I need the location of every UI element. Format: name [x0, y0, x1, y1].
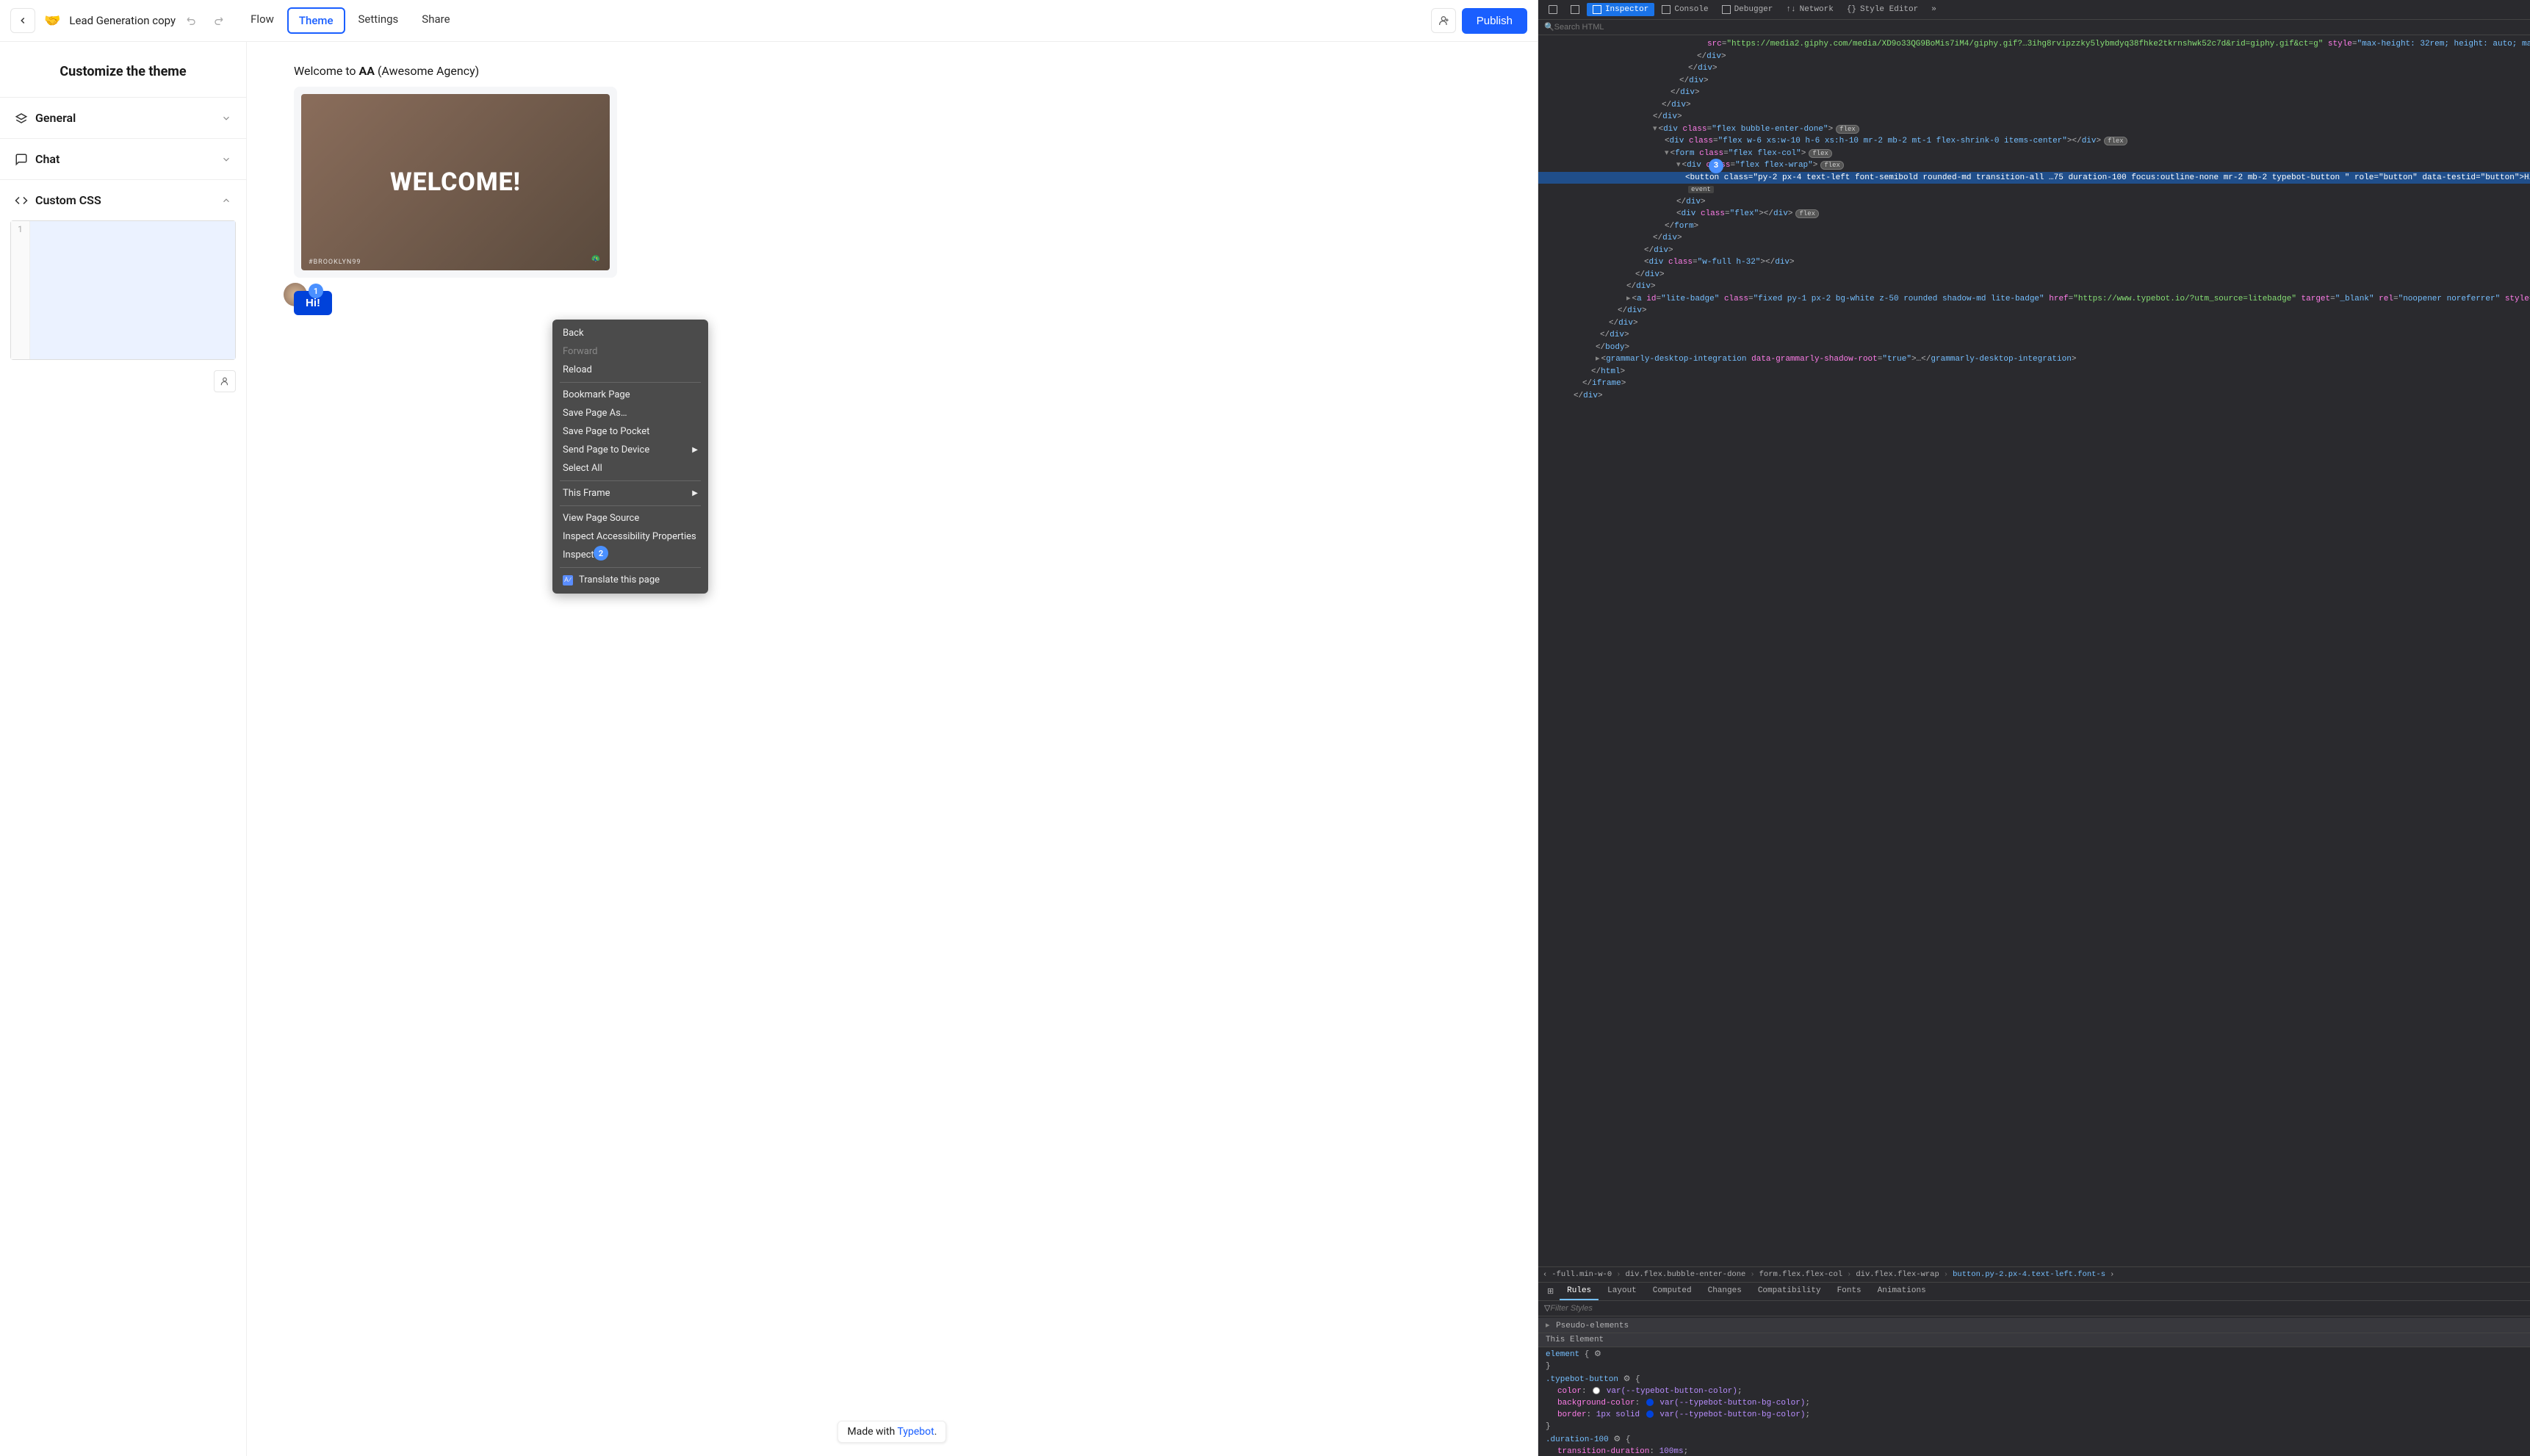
panel-general-label: General	[35, 111, 76, 125]
panel-chat-label: Chat	[35, 152, 60, 166]
welcome-gif: WELCOME! #BROOKLYN99 🦚	[301, 94, 610, 270]
tab-rules[interactable]: Rules	[1560, 1283, 1599, 1300]
gif-bubble: WELCOME! #BROOKLYN99 🦚	[294, 87, 617, 278]
css-rules[interactable]: ▸ Pseudo-elements This Element element {…	[1538, 1316, 2530, 1456]
undo-button[interactable]	[181, 10, 202, 31]
ctx-this-frame[interactable]: This Frame▶	[552, 484, 708, 502]
step-badge-3: 3	[1709, 159, 1723, 173]
collaborators-button[interactable]	[1431, 8, 1456, 33]
topbar: 🤝 Lead Generation copy Flow Theme Settin…	[0, 0, 1538, 42]
redo-button[interactable]	[208, 10, 228, 31]
tab-share[interactable]: Share	[411, 7, 460, 34]
tab-animations[interactable]: Animations	[1870, 1283, 1933, 1300]
ctx-select-all[interactable]: Select All	[552, 459, 708, 477]
nav-tabs: Flow Theme Settings Share	[240, 7, 460, 34]
project-name: Lead Generation copy	[69, 14, 176, 27]
ctx-send-device[interactable]: Send Page to Device▶	[552, 441, 708, 459]
tab-flow[interactable]: Flow	[240, 7, 284, 34]
ctx-translate[interactable]: A⁄ Translate this page	[552, 571, 708, 589]
chevron-up-icon	[221, 195, 231, 206]
step-badge-2: 2	[594, 546, 608, 561]
search-icon: 🔍	[1544, 22, 1554, 32]
custom-css-editor[interactable]: 1	[10, 220, 236, 360]
user-settings-button[interactable]	[214, 370, 236, 392]
typebot-link[interactable]: Typebot	[898, 1426, 934, 1438]
back-button[interactable]	[10, 8, 35, 33]
panel-general[interactable]: General	[0, 98, 246, 138]
ctx-inspect[interactable]: Inspect 2	[552, 546, 708, 564]
welcome-message: Welcome to AA (Awesome Agency)	[284, 64, 1501, 78]
styles-tabs: ⊞ Rules Layout Computed Changes Compatib…	[1538, 1283, 2530, 1301]
tab-debugger[interactable]: Debugger	[1716, 3, 1779, 16]
element-picker-icon[interactable]	[1543, 3, 1563, 16]
section-this-element: This Element	[1538, 1333, 2530, 1347]
devtools-toolbar: Inspector Console Debugger ↑↓Network {}S…	[1538, 0, 2530, 20]
tab-changes[interactable]: Changes	[1701, 1283, 1749, 1300]
dom-tree[interactable]: src="https://media2.giphy.com/media/XD9o…	[1538, 35, 2530, 1266]
translate-icon: A⁄	[563, 575, 573, 585]
devtools-panel: Inspector Console Debugger ↑↓Network {}S…	[1538, 0, 2530, 1456]
tab-theme[interactable]: Theme	[287, 7, 345, 34]
madewith-badge[interactable]: Made with Typebot.	[837, 1421, 946, 1443]
panel-custom-css-label: Custom CSS	[35, 193, 101, 207]
context-menu: Back Forward Reload Bookmark Page Save P…	[552, 320, 708, 594]
filter-icon: ▽	[1544, 1303, 1550, 1313]
responsive-mode-icon[interactable]	[1565, 3, 1585, 16]
breadcrumbs[interactable]: ‹ -full.min-w-0› div.flex.bubble-enter-d…	[1538, 1266, 2530, 1283]
chevron-down-icon	[221, 113, 231, 123]
filter-styles-input[interactable]	[1550, 1304, 2530, 1313]
publish-button[interactable]: Publish	[1462, 8, 1527, 34]
html-search: 🔍 + 👁	[1538, 20, 2530, 35]
search-html-input[interactable]	[1554, 23, 2530, 32]
step-badge-1: 1	[309, 284, 323, 298]
nbc-logo: 🦚	[591, 255, 601, 263]
ctx-back[interactable]: Back	[552, 324, 708, 342]
tab-network[interactable]: ↑↓Network	[1780, 3, 1839, 16]
theme-sidebar: Customize the theme General Chat	[0, 42, 247, 1456]
section-pseudo[interactable]: ▸ Pseudo-elements	[1538, 1318, 2530, 1333]
filter-row: ▽ :hov .cls + ☀ ◐ 🖨	[1538, 1301, 2530, 1316]
sidebar-toggle-icon[interactable]: ⊞	[1543, 1283, 1558, 1300]
panel-custom-css[interactable]: Custom CSS	[0, 180, 246, 220]
chat-preview: Welcome to AA (Awesome Agency) WELCOME! …	[247, 42, 1538, 1456]
panel-chat[interactable]: Chat	[0, 139, 246, 179]
tab-fonts[interactable]: Fonts	[1830, 1283, 1869, 1300]
tab-inspector[interactable]: Inspector	[1587, 3, 1654, 16]
chevron-down-icon	[221, 154, 231, 165]
sidebar-title: Customize the theme	[0, 42, 246, 97]
tabs-overflow[interactable]: »	[1925, 3, 1942, 16]
tab-compat[interactable]: Compatibility	[1751, 1283, 1828, 1300]
ctx-bookmark[interactable]: Bookmark Page	[552, 386, 708, 404]
chevron-right-icon: ▶	[692, 446, 698, 454]
line-number: 1	[18, 224, 23, 234]
tab-settings[interactable]: Settings	[348, 7, 409, 34]
tab-console[interactable]: Console	[1656, 3, 1714, 16]
tab-layout[interactable]: Layout	[1600, 1283, 1644, 1300]
chevron-right-icon: ▶	[692, 489, 698, 497]
ctx-saveas[interactable]: Save Page As…	[552, 404, 708, 422]
ctx-reload[interactable]: Reload	[552, 361, 708, 379]
tab-style-editor[interactable]: {}Style Editor	[1841, 3, 1924, 16]
project-emoji: 🤝	[44, 13, 60, 29]
ctx-inspect-a11y[interactable]: Inspect Accessibility Properties	[552, 527, 708, 546]
ctx-forward: Forward	[552, 342, 708, 361]
ctx-view-source[interactable]: View Page Source	[552, 509, 708, 527]
ctx-pocket[interactable]: Save Page to Pocket	[552, 422, 708, 441]
tab-computed[interactable]: Computed	[1646, 1283, 1699, 1300]
